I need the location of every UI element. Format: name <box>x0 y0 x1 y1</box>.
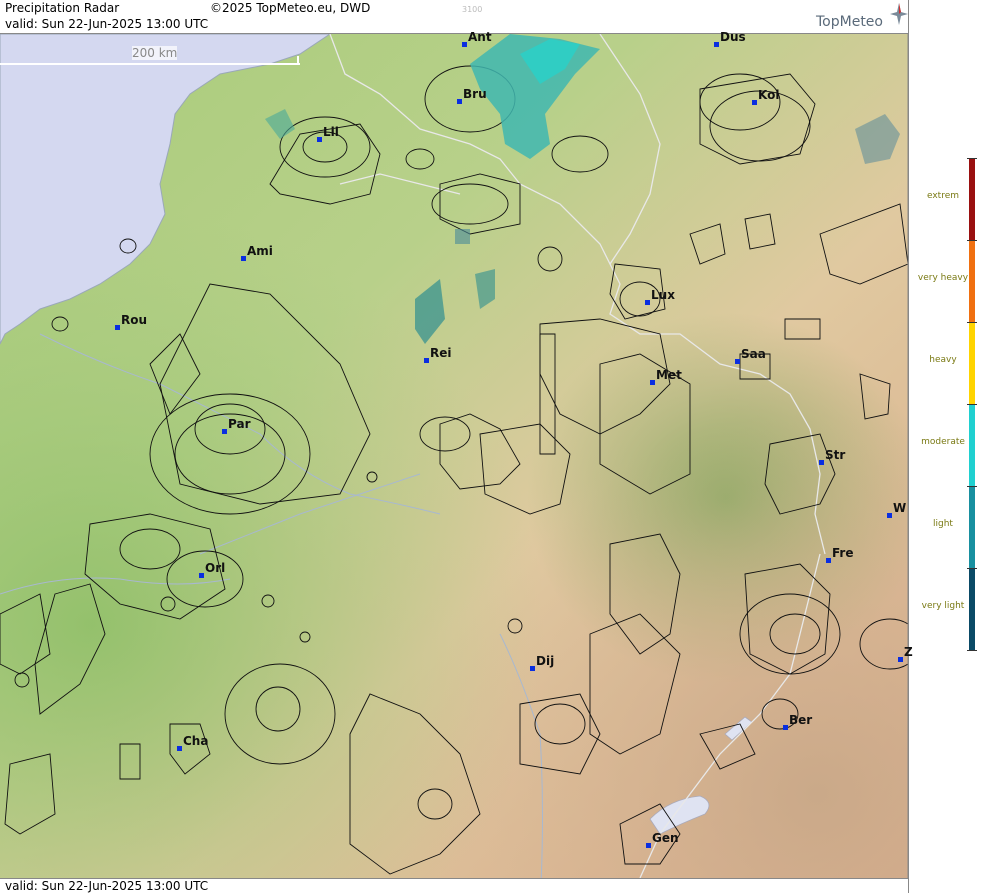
city-label-rei[interactable]: Rei <box>430 346 452 360</box>
city-label-met[interactable]: Met <box>656 368 682 382</box>
legend-label: extrem <box>926 191 960 201</box>
legend-tick <box>967 486 977 487</box>
city-marker-kol <box>752 100 757 105</box>
city-marker-rou <box>115 325 120 330</box>
city-marker-orl <box>199 573 204 578</box>
valid-time: Sun 22-Jun-2025 13:00 UTC <box>41 17 209 31</box>
city-marker-z <box>898 657 903 662</box>
city-marker-dij <box>530 666 535 671</box>
legend-tick <box>967 158 977 159</box>
city-label-fre[interactable]: Fre <box>832 546 854 560</box>
city-marker-dus <box>714 42 719 47</box>
city-label-w[interactable]: W <box>893 501 906 515</box>
city-label-dij[interactable]: Dij <box>536 654 554 668</box>
city-label-saa[interactable]: Saa <box>741 347 766 361</box>
valid-time-bottom: valid: Sun 22-Jun-2025 13:00 UTC <box>5 879 208 893</box>
legend-label: light <box>933 519 953 529</box>
legend-label: very heavy <box>917 273 969 283</box>
city-label-lux[interactable]: Lux <box>651 288 675 302</box>
city-marker-ber <box>783 725 788 730</box>
map-code: 3100 <box>462 5 483 14</box>
valid-prefix: valid: <box>5 17 38 31</box>
precipitation-legend: extrem very heavy heavy moderate light very l… <box>908 0 1000 893</box>
scale-label: 200 km <box>132 46 178 60</box>
city-marker-lux <box>645 300 650 305</box>
city-label-ami[interactable]: Ami <box>247 244 273 258</box>
city-label-ber[interactable]: Ber <box>789 713 812 727</box>
city-label-str[interactable]: Str <box>825 448 845 462</box>
map-title: Precipitation Radar <box>5 1 120 15</box>
map-footer: valid: Sun 22-Jun-2025 13:00 UTC <box>0 878 908 894</box>
legend-tick <box>967 240 977 241</box>
city-label-dus[interactable]: Dus <box>720 30 746 44</box>
legend-label: very light <box>921 601 965 611</box>
city-marker-gen <box>646 843 651 848</box>
valid-prefix-bottom: valid: <box>5 879 38 893</box>
city-label-cha[interactable]: Cha <box>183 734 208 748</box>
city-label-bru[interactable]: Bru <box>463 87 487 101</box>
legend-label: heavy <box>929 355 957 365</box>
city-marker-par <box>222 429 227 434</box>
city-marker-cha <box>177 746 182 751</box>
legend-tick-end <box>967 650 977 651</box>
compass-logo-icon <box>890 3 908 25</box>
city-marker-w <box>887 513 892 518</box>
map-header: Precipitation Radar valid: Sun 22-Jun-20… <box>0 0 908 34</box>
city-label-ant[interactable]: Ant <box>468 30 492 44</box>
legend-tick <box>967 568 977 569</box>
copyright: ©2025 TopMeteo.eu, DWD <box>210 1 371 15</box>
valid-time-bottom-value: Sun 22-Jun-2025 13:00 UTC <box>41 879 209 893</box>
legend-tick <box>967 404 977 405</box>
city-marker-fre <box>826 558 831 563</box>
city-marker-bru <box>457 99 462 104</box>
map-canvas <box>0 34 908 878</box>
city-label-lil[interactable]: Lil <box>323 125 339 139</box>
city-marker-str <box>819 460 824 465</box>
city-label-kol[interactable]: Kol <box>758 88 779 102</box>
legend-label: moderate <box>921 437 965 447</box>
city-marker-ant <box>462 42 467 47</box>
brand-name: TopMeteo <box>816 14 883 30</box>
city-label-par[interactable]: Par <box>228 417 251 431</box>
city-label-gen[interactable]: Gen <box>652 831 679 845</box>
city-label-orl[interactable]: Orl <box>205 561 225 575</box>
legend-tick <box>967 322 977 323</box>
city-marker-met <box>650 380 655 385</box>
radar-map[interactable]: 200 km <box>0 34 908 878</box>
city-marker-ami <box>241 256 246 261</box>
valid-time-top: valid: Sun 22-Jun-2025 13:00 UTC <box>5 17 208 31</box>
city-marker-lil <box>317 137 322 142</box>
city-label-rou[interactable]: Rou <box>121 313 147 327</box>
city-marker-saa <box>735 359 740 364</box>
city-label-z[interactable]: Z <box>904 645 913 659</box>
city-marker-rei <box>424 358 429 363</box>
